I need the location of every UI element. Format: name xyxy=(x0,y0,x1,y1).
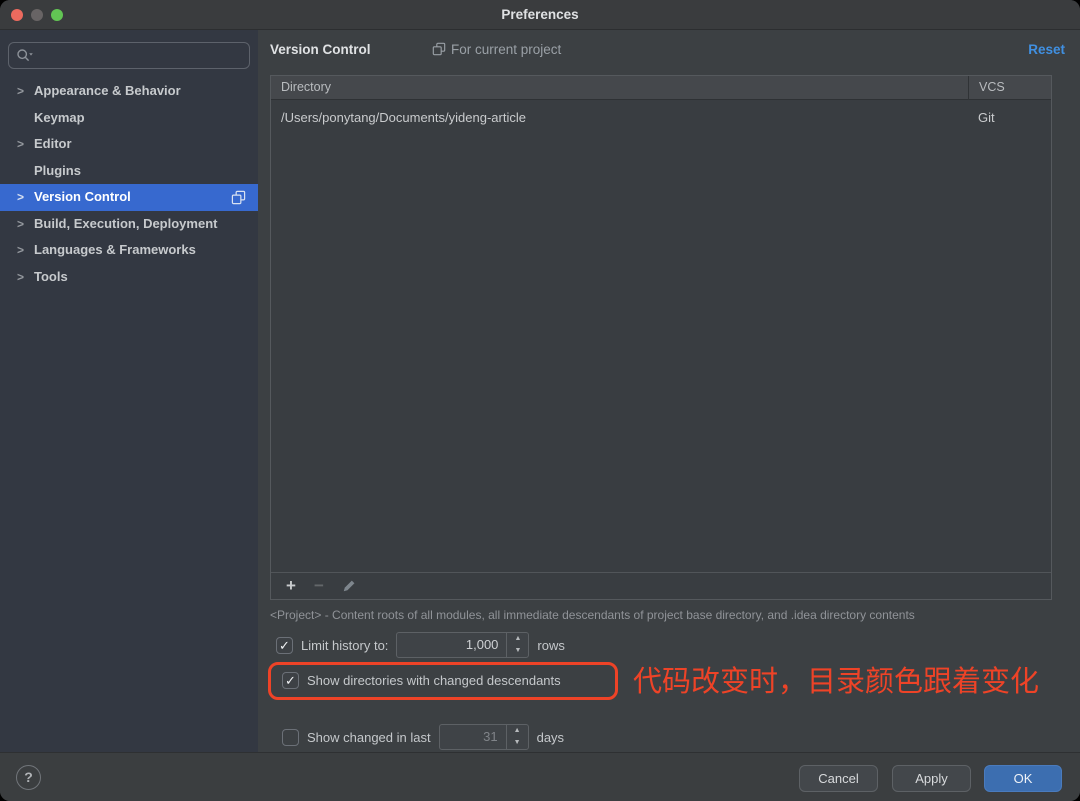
dialog-footer: ? Cancel Apply OK xyxy=(0,752,1080,801)
remove-button[interactable]: − xyxy=(307,573,331,600)
show-changed-checkbox[interactable] xyxy=(282,729,299,746)
preferences-window: Preferences > Appearance & Behavior Keym… xyxy=(0,0,1080,801)
title-bar: Preferences xyxy=(0,0,1080,30)
sidebar-item-keymap[interactable]: Keymap xyxy=(0,105,258,132)
limit-history-spinner[interactable]: 1,000 ▲ ▼ xyxy=(396,632,529,658)
show-changed-value[interactable]: 31 xyxy=(440,725,506,749)
sidebar-item-plugins[interactable]: Plugins xyxy=(0,158,258,185)
settings-sidebar: > Appearance & Behavior Keymap > Editor … xyxy=(0,30,258,752)
sidebar-item-languages-frameworks[interactable]: > Languages & Frameworks xyxy=(0,237,258,264)
show-changed-row: Show changed in last 31 ▲ ▼ days xyxy=(282,723,564,751)
table-body: /Users/ponytang/Documents/yideng-article… xyxy=(271,100,1051,572)
table-toolbar: + − xyxy=(271,572,1051,599)
settings-nav: > Appearance & Behavior Keymap > Editor … xyxy=(0,78,258,290)
search-icon xyxy=(16,48,34,64)
show-directories-row: ✓ Show directories with changed descenda… xyxy=(282,666,561,694)
show-changed-label[interactable]: Show changed in last xyxy=(307,730,431,745)
window-title: Preferences xyxy=(0,0,1080,30)
sidebar-item-editor[interactable]: > Editor xyxy=(0,131,258,158)
help-button[interactable]: ? xyxy=(16,765,41,790)
pencil-icon xyxy=(342,579,356,593)
chevron-right-icon[interactable]: > xyxy=(17,211,29,238)
limit-history-label[interactable]: Limit history to: xyxy=(301,638,388,653)
show-changed-suffix: days xyxy=(537,730,564,745)
sidebar-item-version-control[interactable]: > Version Control xyxy=(0,184,258,211)
annotation-text: 代码改变时，目录颜色跟着变化 xyxy=(633,666,1039,698)
vcs-cell: Git xyxy=(978,100,995,136)
edit-button[interactable] xyxy=(337,573,361,600)
sidebar-item-appearance[interactable]: > Appearance & Behavior xyxy=(0,78,258,105)
directory-table: Directory VCS /Users/ponytang/Documents/… xyxy=(270,75,1052,600)
current-project-icon xyxy=(432,42,446,56)
limit-history-value[interactable]: 1,000 xyxy=(397,633,506,657)
table-row[interactable]: /Users/ponytang/Documents/yideng-article… xyxy=(271,100,1051,136)
cancel-button[interactable]: Cancel xyxy=(799,765,878,792)
column-header-directory: Directory xyxy=(271,76,968,100)
page-title: Version Control xyxy=(270,42,371,57)
show-directories-label[interactable]: Show directories with changed descendant… xyxy=(307,673,561,688)
sidebar-item-build-execution-deployment[interactable]: > Build, Execution, Deployment xyxy=(0,211,258,238)
chevron-right-icon[interactable]: > xyxy=(17,131,29,158)
current-project-icon xyxy=(231,190,246,205)
chevron-right-icon[interactable]: > xyxy=(17,237,29,264)
limit-history-checkbox[interactable]: ✓ xyxy=(276,637,293,654)
chevron-right-icon[interactable]: > xyxy=(17,184,29,211)
ok-button[interactable]: OK xyxy=(984,765,1062,792)
spinner-up-icon[interactable]: ▲ xyxy=(507,633,528,645)
spinner-down-icon[interactable]: ▼ xyxy=(507,645,528,657)
version-control-panel: Version Control For current project Rese… xyxy=(258,30,1080,752)
settings-search[interactable] xyxy=(8,42,250,69)
table-header: Directory VCS xyxy=(271,76,1051,100)
show-directories-checkbox[interactable]: ✓ xyxy=(282,672,299,689)
spinner-down-icon[interactable]: ▼ xyxy=(507,737,528,749)
add-button[interactable]: + xyxy=(279,573,303,600)
limit-history-row: ✓ Limit history to: 1,000 ▲ ▼ rows xyxy=(276,631,565,659)
chevron-right-icon[interactable]: > xyxy=(17,78,29,105)
scope-label: For current project xyxy=(432,42,561,57)
search-input[interactable] xyxy=(41,43,246,68)
project-note: <Project> - Content roots of all modules… xyxy=(270,608,915,622)
column-header-vcs: VCS xyxy=(968,76,1052,100)
limit-history-suffix: rows xyxy=(537,638,564,653)
show-changed-spinner[interactable]: 31 ▲ ▼ xyxy=(439,724,529,750)
chevron-right-icon[interactable]: > xyxy=(17,264,29,291)
apply-button[interactable]: Apply xyxy=(892,765,971,792)
reset-link[interactable]: Reset xyxy=(1028,42,1065,57)
spinner-up-icon[interactable]: ▲ xyxy=(507,725,528,737)
directory-cell: /Users/ponytang/Documents/yideng-article xyxy=(281,100,526,136)
sidebar-item-tools[interactable]: > Tools xyxy=(0,264,258,291)
